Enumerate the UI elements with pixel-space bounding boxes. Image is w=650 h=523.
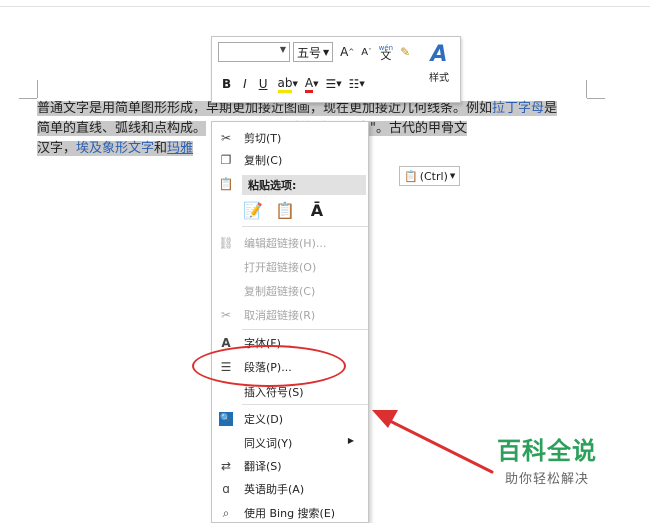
font-size-select[interactable]: 五号 ▼ — [293, 42, 334, 62]
watermark-subtitle: 助你轻松解决 — [504, 472, 589, 487]
paste-options-group: 📝 📋 Ā — [242, 198, 338, 222]
margin-mark-left-v — [37, 80, 38, 98]
highlight-button[interactable]: ab ▼ — [277, 76, 298, 93]
menu-item-copy[interactable]: ❐ 复制(C) — [212, 149, 368, 171]
search-icon: ⌕ — [222, 505, 230, 520]
define-search-icon: 🔍 — [219, 412, 233, 426]
unlink-icon: ✂ — [220, 308, 232, 322]
menu-item-synonyms[interactable]: 同义词(Y) ▶ — [212, 432, 368, 454]
selected-text: 简单的直线、弧线和点构成。 — [37, 121, 207, 136]
selected-text: 普通文字是用简单图形形成，早期更加接近图画，现在更加接近几何线条。例如 — [37, 101, 493, 116]
phonetic-guide-button[interactable]: wén 文 — [379, 44, 393, 61]
translate-icon: ⇄ — [220, 459, 232, 473]
hyperlink-icon: ⛓ — [218, 236, 234, 250]
menu-item-bing-search[interactable]: ⌕ 使用 Bing 搜索(E) — [212, 502, 368, 522]
shrink-font-button[interactable]: Aˇ — [361, 47, 371, 58]
clipboard-icon: 📋 — [404, 169, 418, 183]
menu-item-cut[interactable]: ✂ 剪切(T) — [212, 127, 368, 149]
menu-item-copy-hyperlink[interactable]: 复制超链接(C) — [212, 280, 368, 302]
scissors-icon: ✂ — [220, 131, 232, 145]
paste-icon: 📋 — [218, 177, 234, 191]
copy-icon: ❐ — [220, 153, 232, 167]
bullets-button[interactable]: ☰ ▼ — [325, 77, 341, 91]
menu-item-edit-hyperlink[interactable]: ⛓ 编辑超链接(H)... — [212, 232, 368, 254]
annotation-arrow — [372, 410, 494, 474]
highlighter-icon: ab — [277, 76, 293, 93]
keep-text-only-icon[interactable]: Ā — [306, 198, 328, 222]
hyperlink[interactable]: 埃及象形文字 — [76, 141, 155, 156]
bold-button[interactable]: B — [222, 77, 231, 91]
submenu-arrow-icon: ▶ — [347, 436, 354, 445]
font-size-value: 五号 — [297, 45, 322, 60]
font-color-button[interactable]: A ▼ — [304, 76, 318, 93]
selected-text: 汉字， — [37, 141, 77, 156]
underline-button[interactable]: U — [259, 77, 268, 91]
margin-mark-left-h — [19, 98, 37, 99]
paste-options-header: 粘贴选项: — [242, 175, 366, 195]
menu-item-translate[interactable]: ⇄ 翻译(S) — [212, 455, 368, 477]
highlight-ellipse — [192, 345, 346, 387]
menu-item-remove-hyperlink[interactable]: ✂ 取消超链接(R) — [212, 304, 368, 326]
grow-font-button[interactable]: A ^ — [340, 45, 354, 59]
chevron-down-icon: ▼ — [449, 172, 456, 180]
hyperlink[interactable]: 拉丁字母 — [492, 101, 545, 116]
numbering-button[interactable]: ☷ ▼ — [349, 77, 365, 91]
mini-toolbar: ▼ 五号 ▼ A ^ Aˇ wén 文 ✎ B I U ab ▼ A ▼ ☰ ▼ … — [211, 36, 461, 103]
numbered-list-icon: ☷ — [348, 77, 360, 91]
merge-format-icon[interactable]: 📋 — [274, 198, 296, 222]
menu-separator — [242, 226, 368, 227]
styles-icon: A — [430, 42, 448, 67]
italic-button[interactable]: I — [243, 77, 247, 91]
menu-item-english-assistant[interactable]: ɑ 英语助手(A) — [212, 478, 368, 500]
font-name-select[interactable]: ▼ — [218, 42, 290, 62]
top-divider — [0, 6, 650, 7]
chevron-down-icon: ▼ — [279, 45, 286, 54]
margin-mark-right-v — [586, 80, 587, 98]
hyperlink[interactable]: 玛雅 — [167, 141, 194, 156]
chevron-down-icon: ▼ — [323, 47, 330, 57]
styles-button[interactable]: A 样式 — [422, 41, 456, 84]
watermark: 百科全说 助你轻松解决 — [482, 436, 612, 487]
bullet-list-icon: ☰ — [325, 77, 337, 91]
menu-separator — [242, 329, 368, 330]
menu-item-define[interactable]: 🔍 定义(D) — [212, 408, 368, 430]
keep-source-format-icon[interactable]: 📝 — [242, 198, 264, 222]
watermark-title: 百科全说 — [497, 437, 597, 465]
selected-text: 是 — [544, 101, 558, 116]
selected-text: 和 — [154, 141, 168, 156]
format-painter-icon[interactable]: ✎ — [400, 45, 410, 59]
menu-item-open-hyperlink[interactable]: 打开超链接(O) — [212, 256, 368, 278]
context-menu: ✂ 剪切(T) ❐ 复制(C) 📋 粘贴选项: 📝 📋 Ā ⛓ 编辑超链接(H)… — [211, 121, 369, 523]
menu-separator — [242, 404, 368, 405]
english-assistant-icon: ɑ — [222, 482, 230, 496]
paste-options-button[interactable]: 📋 (Ctrl) ▼ — [399, 166, 461, 186]
